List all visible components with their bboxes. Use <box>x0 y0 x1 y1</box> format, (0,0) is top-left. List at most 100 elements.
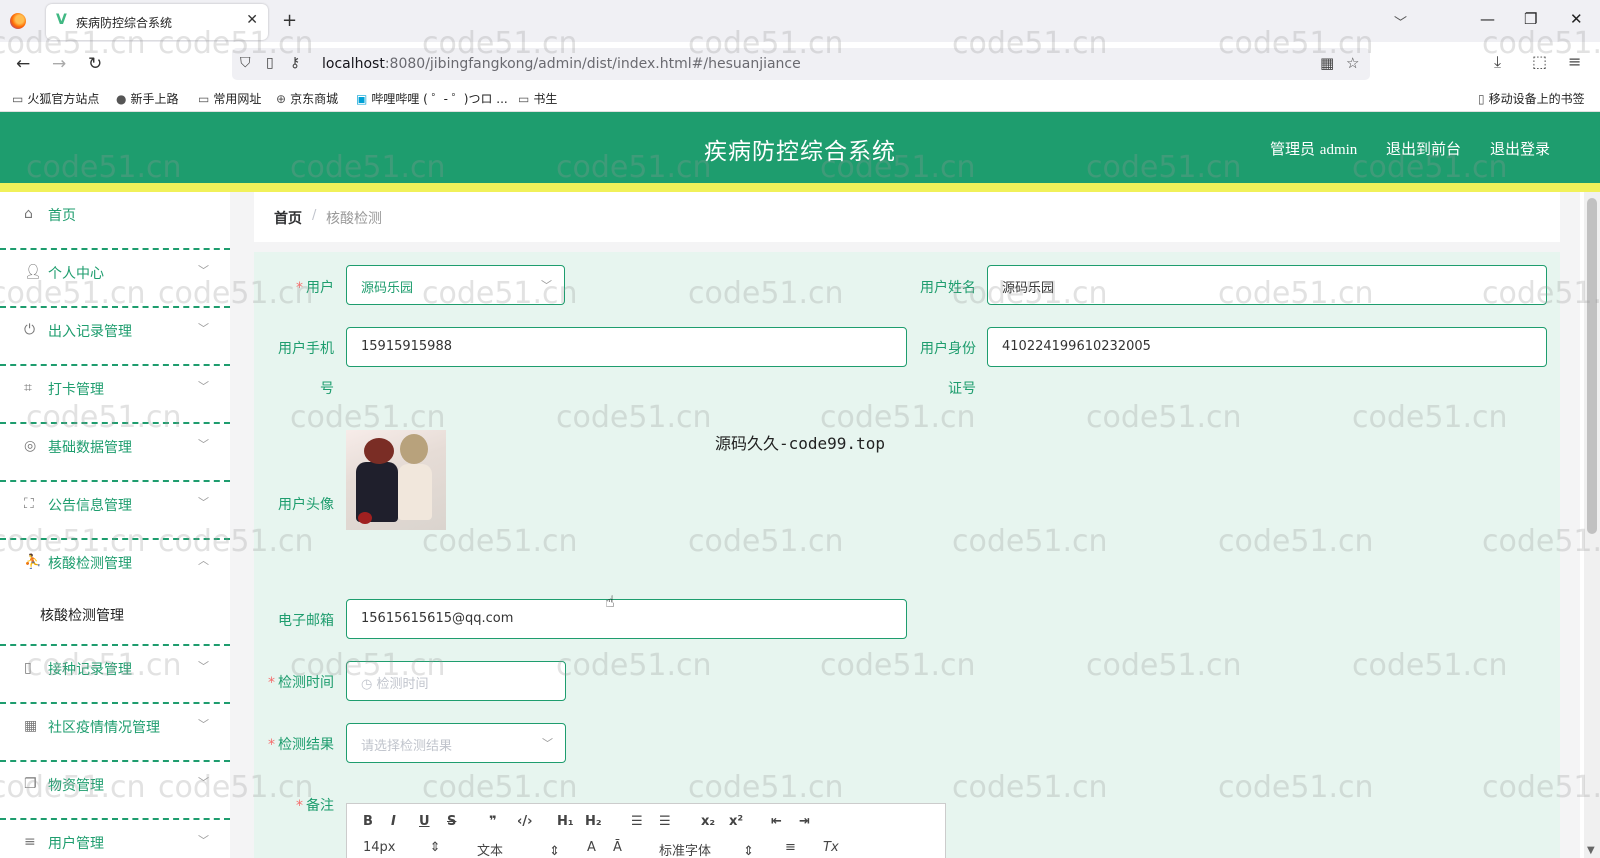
star-icon[interactable]: ☆ <box>1346 54 1359 72</box>
sidebar-item-checkin[interactable]: ⌗ 打卡管理 ﹀ <box>0 366 230 424</box>
breadcrumb-home[interactable]: 首页 <box>274 208 302 228</box>
sidebar-item-access-records[interactable]: ⏻ 出入记录管理 ﹀ <box>0 308 230 366</box>
font-color-icon[interactable]: A <box>587 840 596 855</box>
back-arrow-icon[interactable]: ← <box>16 54 30 74</box>
quote-icon[interactable]: ❞ <box>489 814 497 829</box>
chevron-up-icon: ︿ <box>198 554 209 567</box>
sidebar-item-label: 基础数据管理 <box>48 440 132 456</box>
to-front-link[interactable]: 退出到前台 <box>1386 138 1461 159</box>
reload-icon[interactable]: ↻ <box>88 54 102 74</box>
heading1-icon[interactable]: H₁ <box>557 814 574 829</box>
person-icon: ⛹ <box>24 554 42 570</box>
browser-tab-bar: V 疾病防控综合系统 ✕ + ﹀ — ❐ ✕ <box>0 0 1600 42</box>
sidebar-item-notice[interactable]: ⛶ 公告信息管理 ﹀ <box>0 482 230 540</box>
bold-icon[interactable]: B <box>363 814 373 829</box>
phone-label-wrap: 号 <box>320 381 334 397</box>
italic-icon[interactable]: I <box>391 814 396 829</box>
qr-code-icon[interactable]: ▦ <box>1320 54 1334 72</box>
test-time-picker[interactable]: ◷ 检测时间 <box>346 661 566 701</box>
restore-icon[interactable]: ❐ <box>1524 10 1537 28</box>
close-icon[interactable]: ✕ <box>246 12 258 28</box>
minimize-icon[interactable]: — <box>1480 10 1495 28</box>
sidebar-item-personal[interactable]: 👤︎ 个人中心 ﹀ <box>0 250 230 308</box>
username-input[interactable]: 源码乐园 <box>987 265 1547 305</box>
heading2-icon[interactable]: H₂ <box>585 814 602 829</box>
sidebar-item-home[interactable]: ⌂ 首页 <box>0 192 230 250</box>
sidebar-item-label: 出入记录管理 <box>48 324 132 340</box>
download-icon[interactable]: ⤓ <box>1494 52 1501 72</box>
folder-icon: ▭ <box>198 92 210 106</box>
code-icon[interactable]: ‹/› <box>517 814 532 829</box>
current-user: 管理员 admin <box>1270 140 1358 158</box>
avatar-label: 用户头像 <box>278 497 334 513</box>
bookmark-item[interactable]: ⊕ 京东商城 <box>276 90 338 107</box>
user-select[interactable]: 源码乐园 ﹀ <box>346 265 565 305</box>
shield-icon[interactable]: ⛉ <box>240 55 251 71</box>
test-result-select[interactable]: 请选择检测结果 ﹀ <box>346 723 566 763</box>
font-family-select[interactable]: 标准字体 ⇕ <box>659 840 754 858</box>
logout-link[interactable]: 退出登录 <box>1490 138 1550 159</box>
avatar-image[interactable] <box>346 430 446 530</box>
url-text[interactable]: localhost:8080/jibingfangkong/admin/dist… <box>322 56 801 72</box>
header-accent-bar <box>0 183 1600 192</box>
scroll-down-icon[interactable]: ▼ <box>1587 845 1595 856</box>
test-result-placeholder: 请选择检测结果 <box>361 739 453 754</box>
font-size-select[interactable]: 14px ⇕ <box>363 840 441 855</box>
bookmark-item[interactable]: ▣ 哔哩哔哩 ( ゜- ゜)つロ ... <box>356 90 508 107</box>
outdent-icon[interactable]: ⇤ <box>771 814 782 829</box>
sidebar-item-base-data[interactable]: ◎ 基础数据管理 ﹀ <box>0 424 230 482</box>
clock-icon: ◷ <box>361 677 377 692</box>
bookmark-item[interactable]: ▭ 火狐官方站点 <box>12 90 99 107</box>
phone-input[interactable]: 15915915988 <box>346 327 907 367</box>
paragraph-select[interactable]: 文本 ⇕ <box>477 840 560 858</box>
bookmark-item[interactable]: ● 新手上路 <box>116 90 179 107</box>
scrollbar-thumb[interactable] <box>1587 198 1597 534</box>
copy-icon: ❐ <box>24 776 37 792</box>
align-icon[interactable]: ≡ <box>785 840 796 855</box>
idcard-label-wrap: 证号 <box>948 381 976 397</box>
fullscreen-icon: ⛶ <box>24 496 34 512</box>
bookmark-item[interactable]: ▭ 书生 <box>518 90 557 107</box>
sidebar-item-vaccination[interactable]: ▯ 接种记录管理 ﹀ <box>0 646 230 704</box>
page-icon[interactable]: ▯ <box>266 55 274 71</box>
email-input[interactable]: 15615615615@qq.com <box>346 599 907 639</box>
window-close-icon[interactable]: ✕ <box>1570 10 1583 28</box>
sidebar-item-community[interactable]: ▦ 社区疫情情况管理 ﹀ <box>0 704 230 762</box>
underline-icon[interactable]: U <box>419 814 430 829</box>
background-color-icon[interactable]: Ā <box>613 840 622 855</box>
plus-icon[interactable]: + <box>282 10 297 31</box>
browser-tab[interactable]: V 疾病防控综合系统 ✕ <box>46 4 268 40</box>
url-bar[interactable]: ⛉ ▯ ⚷ localhost:8080/jibingfangkong/admi… <box>232 48 1370 80</box>
crop-icon: ⌗ <box>24 380 32 396</box>
chevron-down-icon: ﹀ <box>198 380 209 393</box>
bookmark-item[interactable]: ▭ 常用网址 <box>198 90 261 107</box>
key-icon[interactable]: ⚷ <box>290 55 300 71</box>
superscript-icon[interactable]: x² <box>729 814 743 829</box>
bookmark-item[interactable]: ▯ 移动设备上的书签 <box>1478 90 1585 107</box>
sidebar-item-label: 首页 <box>48 208 76 224</box>
updown-icon: ⇕ <box>743 844 755 858</box>
user-select-value: 源码乐园 <box>361 281 414 296</box>
rich-text-editor[interactable]: B I U S ❞ ‹/› H₁ H₂ ☰ ☰ x₂ x² ⇤ ⇥ 14px ⇕… <box>346 803 946 858</box>
menu-icon[interactable]: ≡ <box>1568 52 1581 71</box>
sidebar-subitem-nucleic-test[interactable]: 核酸检测管理 <box>40 605 124 625</box>
clear-format-icon[interactable]: Tx <box>823 840 839 855</box>
sidebar-item-supplies[interactable]: ❐ 物资管理 ﹀ <box>0 762 230 820</box>
idcard-input[interactable]: 410224199610232005 <box>987 327 1547 367</box>
bullet-list-icon[interactable]: ☰ <box>659 814 671 829</box>
avatar-figure <box>358 512 372 524</box>
sidebar-item-users[interactable]: ≡ 用户管理 ﹀ <box>0 820 230 858</box>
indent-icon[interactable]: ⇥ <box>799 814 810 829</box>
subscript-icon[interactable]: x₂ <box>701 814 715 829</box>
ordered-list-icon[interactable]: ☰ <box>631 814 643 829</box>
username-label: 用户姓名 <box>920 280 976 296</box>
extensions-icon[interactable]: ⬚ <box>1532 52 1547 71</box>
forward-arrow-icon[interactable]: → <box>52 54 66 74</box>
sidebar-item-nucleic-test[interactable]: ⛹ 核酸检测管理 ︿ 核酸检测管理 <box>0 540 230 646</box>
chevron-down-icon[interactable]: ﹀ <box>1394 12 1407 31</box>
firefox-icon[interactable] <box>10 13 26 29</box>
page-scrollbar[interactable]: ▼ <box>1584 192 1600 858</box>
mouse-cursor-icon: ☝ <box>605 592 615 611</box>
strike-icon[interactable]: S <box>447 814 456 829</box>
chevron-down-icon: ﹀ <box>198 438 209 451</box>
